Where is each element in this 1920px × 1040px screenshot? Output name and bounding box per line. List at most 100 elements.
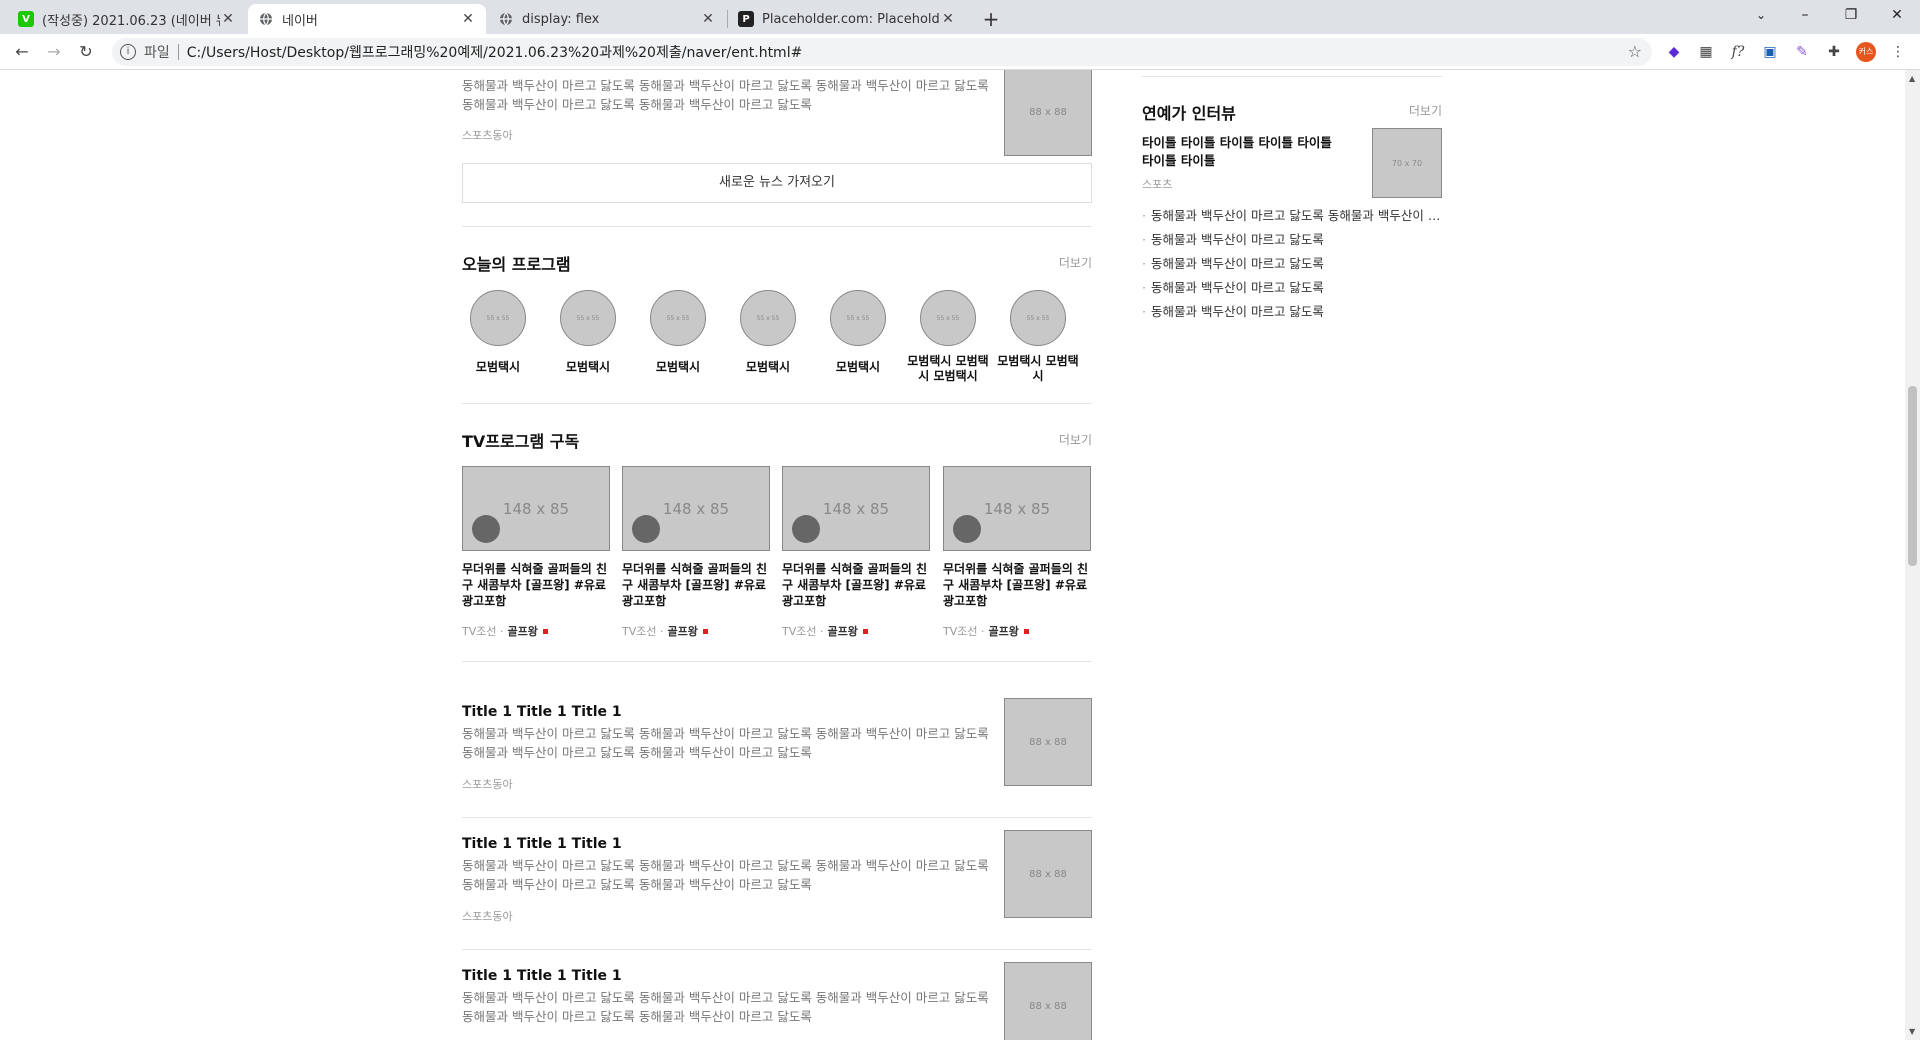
tab-1[interactable]: V (작성중) 2021.06.23 (네이버 뉴스 ✕ xyxy=(8,4,246,34)
programs-more-link[interactable]: 더보기 xyxy=(1059,254,1092,271)
news-thumbnail[interactable]: 88 x 88 xyxy=(1004,70,1092,156)
close-tab-icon[interactable]: ✕ xyxy=(940,11,956,27)
tab-2[interactable]: 네이버 ✕ xyxy=(248,4,486,34)
news-title[interactable]: Title 1 Title 1 Title 1 xyxy=(462,704,1092,720)
program-name: 모범택시 xyxy=(655,360,701,374)
tv-thumbnail[interactable]: 148 x 85 xyxy=(462,466,610,551)
minimize-button[interactable]: – xyxy=(1782,0,1828,34)
channel-logo xyxy=(953,515,981,543)
back-icon[interactable]: ← xyxy=(10,40,34,64)
program-item[interactable]: 55 x 55 모범택시 xyxy=(544,290,632,375)
tv-section-title: TV프로그램 구독 xyxy=(462,432,580,451)
news-thumbnail[interactable]: 88 x 88 xyxy=(1004,962,1092,1040)
tv-card[interactable]: 148 x 85 무더위를 식혀줄 골퍼들의 친구 새콤부차 [골프왕] #유료… xyxy=(622,466,770,639)
list-item[interactable]: 동해물과 백두산이 마르고 닳도록 xyxy=(1142,252,1442,276)
close-tab-icon[interactable]: ✕ xyxy=(700,11,716,27)
tv-card-title[interactable]: 무더위를 식혀줄 골퍼들의 친구 새콤부차 [골프왕] #유료광고포함 xyxy=(782,561,930,609)
program-item[interactable]: 55 x 55 모범택시 xyxy=(634,290,722,375)
news-source: 스포츠동아 xyxy=(462,129,513,142)
close-tab-icon[interactable]: ✕ xyxy=(220,11,236,27)
channel-name[interactable]: 골프왕 xyxy=(827,623,857,639)
program-item[interactable]: 55 x 55 모범택시 모범택시 모범택시 xyxy=(904,290,992,384)
broadcaster: TV조선 · xyxy=(462,625,504,638)
divider xyxy=(462,226,1092,227)
globe-icon xyxy=(258,11,274,27)
list-item[interactable]: 동해물과 백두산이 마르고 닳도록 xyxy=(1142,276,1442,300)
news-item[interactable]: Title 1 Title 1 Title 1 동해물과 백두산이 마르고 닳도… xyxy=(462,698,1092,824)
info-icon[interactable]: i xyxy=(120,44,136,60)
scroll-up-icon[interactable]: ▲ xyxy=(1909,74,1915,83)
tab-4[interactable]: P Placeholder.com: Placeholder.co ✕ xyxy=(728,4,966,34)
news-item[interactable]: Title 1 Title 1 Title 1 동해물과 백두산이 마르고 닳도… xyxy=(462,830,1092,956)
bookmark-star-icon[interactable]: ☆ xyxy=(1628,42,1642,61)
news-title[interactable]: Title 1 Title 1 Title 1 xyxy=(462,968,1092,984)
program-avatar: 55 x 55 xyxy=(830,290,886,346)
tab-3[interactable]: display: flex ✕ xyxy=(488,4,726,34)
news-thumbnail[interactable]: 88 x 88 xyxy=(1004,830,1092,918)
tv-card-title[interactable]: 무더위를 식혀줄 골퍼들의 친구 새콤부차 [골프왕] #유료광고포함 xyxy=(462,561,610,609)
close-tab-icon[interactable]: ✕ xyxy=(460,11,476,27)
scrollbar-thumb[interactable] xyxy=(1908,386,1917,566)
extension-diamond-icon[interactable]: ◆ xyxy=(1664,42,1684,62)
tv-card-title[interactable]: 무더위를 식혀줄 골퍼들의 친구 새콤부차 [골프왕] #유료광고포함 xyxy=(622,561,770,609)
channel-name[interactable]: 골프왕 xyxy=(507,623,537,639)
program-name: 모범택시 xyxy=(565,360,611,374)
more-news-button[interactable]: 새로운 뉴스 가져오기 xyxy=(462,163,1092,203)
list-item[interactable]: 동해물과 백두산이 마르고 닳도록 xyxy=(1142,300,1442,324)
close-window-button[interactable]: ✕ xyxy=(1874,0,1920,34)
news-thumbnail[interactable]: 88 x 88 xyxy=(1004,698,1092,786)
tv-thumbnail[interactable]: 148 x 85 xyxy=(943,466,1091,551)
extension-formula-icon[interactable]: f? xyxy=(1728,42,1748,62)
interview-list: 동해물과 백두산이 마르고 닳도록 동해물과 백두산이 마르고 닳도록 동해물과… xyxy=(1142,204,1442,324)
news-desc: 동해물과 백두산이 마르고 닳도록 동해물과 백두산이 마르고 닳도록 동해물과… xyxy=(462,78,989,112)
news-title[interactable]: Title 1 Title 1 Title 1 xyxy=(462,836,1092,852)
channel-name[interactable]: 골프왕 xyxy=(988,623,1018,639)
address-url[interactable]: C:/Users/Host/Desktop/웹프로그래밍%20예제/2021.0… xyxy=(187,42,803,62)
profile-avatar[interactable]: 커스 xyxy=(1856,42,1876,62)
restore-button[interactable]: ❐ xyxy=(1828,0,1874,34)
news-source: 스포츠동아 xyxy=(462,910,513,923)
extensions-puzzle-icon[interactable]: ✚ xyxy=(1824,42,1844,62)
divider xyxy=(462,949,1092,950)
divider xyxy=(462,403,1092,404)
tv-card-meta: TV조선 · 골프왕 xyxy=(782,623,930,639)
program-avatar: 55 x 55 xyxy=(740,290,796,346)
extension-eyedropper-icon[interactable]: ✎ xyxy=(1792,42,1812,62)
news-item[interactable]: Title 1 Title 1 Title 1 동해물과 백두산이 마르고 닳도… xyxy=(462,962,1092,1040)
tv-card[interactable]: 148 x 85 무더위를 식혀줄 골퍼들의 친구 새콤부차 [골프왕] #유료… xyxy=(782,466,930,639)
extension-book-icon[interactable]: ▣ xyxy=(1760,42,1780,62)
extension-calendar-icon[interactable]: ▦ xyxy=(1696,42,1716,62)
news-desc: 동해물과 백두산이 마르고 닳도록 동해물과 백두산이 마르고 닳도록 동해물과… xyxy=(462,990,989,1024)
tv-card-meta: TV조선 · 골프왕 xyxy=(943,623,1091,639)
tv-thumbnail[interactable]: 148 x 85 xyxy=(782,466,930,551)
thumbnail-label: 148 x 85 xyxy=(502,499,570,518)
program-item[interactable]: 55 x 55 모범택시 xyxy=(724,290,812,375)
list-item[interactable]: 동해물과 백두산이 마르고 닳도록 동해물과 백두산이 마르고 닳도록 xyxy=(1142,204,1442,228)
tv-card[interactable]: 148 x 85 무더위를 식혀줄 골퍼들의 친구 새콤부차 [골프왕] #유료… xyxy=(462,466,610,639)
program-item[interactable]: 55 x 55 모범택시 xyxy=(814,290,902,375)
browser-toolbar: ← → ↻ i 파일 C:/Users/Host/Desktop/웹프로그래밍%… xyxy=(0,34,1920,70)
interview-thumbnail[interactable]: 70 x 70 xyxy=(1372,128,1442,198)
channel-logo xyxy=(632,515,660,543)
page-scrollbar[interactable]: ▲ ▼ xyxy=(1905,70,1920,1040)
channel-name[interactable]: 골프왕 xyxy=(667,623,697,639)
programs-title: 오늘의 프로그램 xyxy=(462,255,571,274)
list-item[interactable]: 동해물과 백두산이 마르고 닳도록 xyxy=(1142,228,1442,252)
program-item[interactable]: 55 x 55 모범택시 xyxy=(454,290,542,375)
menu-kebab-icon[interactable]: ⋮ xyxy=(1888,42,1908,62)
divider xyxy=(1142,76,1442,77)
tv-thumbnail[interactable]: 148 x 85 xyxy=(622,466,770,551)
reload-icon[interactable]: ↻ xyxy=(74,40,98,64)
forward-icon[interactable]: → xyxy=(42,40,66,64)
scroll-down-icon[interactable]: ▼ xyxy=(1909,1027,1915,1036)
tv-more-link[interactable]: 더보기 xyxy=(1059,431,1092,448)
live-badge xyxy=(542,628,548,634)
tab-search-icon[interactable]: ⌄ xyxy=(1738,0,1784,34)
address-bar[interactable]: i 파일 C:/Users/Host/Desktop/웹프로그래밍%20예제/2… xyxy=(112,38,1652,66)
tv-card[interactable]: 148 x 85 무더위를 식혀줄 골퍼들의 친구 새콤부차 [골프왕] #유료… xyxy=(943,466,1091,639)
interview-more-link[interactable]: 더보기 xyxy=(1409,102,1442,119)
program-item[interactable]: 55 x 55 모범택시 모범택시 xyxy=(994,290,1082,384)
tv-card-title[interactable]: 무더위를 식혀줄 골퍼들의 친구 새콤부차 [골프왕] #유료광고포함 xyxy=(943,561,1091,609)
new-tab-button[interactable]: + xyxy=(978,6,1004,32)
interview-headline[interactable]: 타이틀 타이틀 타이틀 타이틀 타이틀 타이틀 타이틀 xyxy=(1142,134,1342,170)
